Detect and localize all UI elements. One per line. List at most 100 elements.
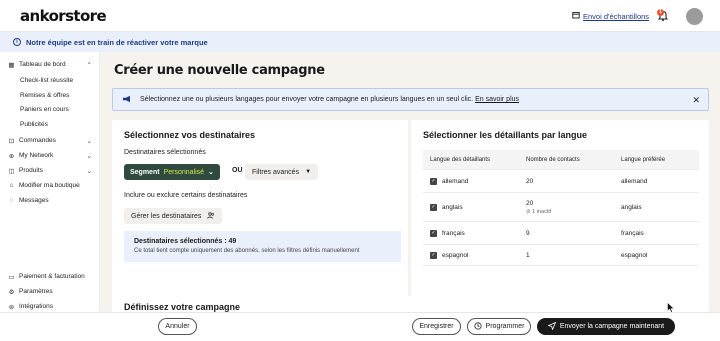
- info-icon: i: [13, 38, 21, 46]
- segment-dropdown[interactable]: Segment Personnalisé ⌄: [124, 164, 220, 180]
- chevron-down-icon: ⌄: [86, 167, 92, 175]
- package-icon: [572, 11, 580, 21]
- segment-label: Segment: [130, 168, 160, 176]
- chevron-down-icon: ⌄: [86, 152, 92, 160]
- checkbox-checked-icon[interactable]: ✓: [430, 177, 437, 185]
- sidebar-item-label: My Network: [19, 152, 54, 159]
- caret-down-icon: ▼: [305, 169, 312, 175]
- language-info-banner: Sélectionnez une ou plusieurs langages p…: [112, 88, 709, 111]
- sidebar-item-orders[interactable]: ⊡ Commandes ⌄: [8, 137, 96, 145]
- languages-table: Langue des détaillants Nombre de contact…: [423, 150, 699, 266]
- recipients-title: Sélectionnez vos destinataires: [124, 130, 256, 140]
- checkbox-checked-icon[interactable]: ✓: [430, 229, 437, 237]
- language-name: espagnol: [442, 251, 469, 259]
- table-header: Langue des détaillants Nombre de contact…: [423, 150, 699, 169]
- language-name: français: [442, 229, 465, 237]
- sidebar-item-settings[interactable]: ⚙ Paramètres: [8, 288, 96, 296]
- sidebar-subitem-discounts[interactable]: Remises & offres: [20, 92, 69, 99]
- megaphone-icon: [122, 95, 132, 105]
- languages-card: Sélectionner les détaillants par langue …: [411, 120, 709, 305]
- sidebar-item-label: Commandes: [19, 137, 56, 144]
- schedule-label: Programmer: [485, 323, 525, 330]
- sidebar-nav: ▦ Tableau de bord ⌃ Check-list réussite …: [0, 52, 100, 341]
- segment-value: Personnalisé: [163, 168, 205, 176]
- inactive-icon: ⊘: [526, 208, 531, 215]
- recipients-summary: Destinataires sélectionnés : 49 Ce total…: [124, 231, 401, 262]
- cancel-label: Annuler: [165, 323, 190, 330]
- sidebar-item-network[interactable]: ⊕ My Network ⌄: [8, 152, 96, 160]
- action-footer: Annuler Enregistrer Programmer Envoyer l…: [0, 312, 720, 341]
- column-header-preferred: Langue préférée: [621, 156, 666, 163]
- recipients-card: Sélectionnez vos destinataires Destinata…: [112, 120, 408, 305]
- sidebar-item-label: Messages: [19, 197, 49, 204]
- cart-icon: ⊡: [8, 137, 15, 145]
- send-now-button[interactable]: Envoyer la campagne maintenant: [537, 318, 675, 335]
- preferred-language: allemand: [621, 177, 648, 185]
- send-icon: [547, 321, 557, 332]
- page-title: Créer une nouvelle campagne: [114, 63, 325, 78]
- close-icon[interactable]: ✕: [692, 95, 700, 106]
- table-row[interactable]: ✓ français 9 français: [423, 221, 699, 244]
- contact-count: 20: [526, 199, 534, 207]
- main-content: Créer une nouvelle campagne Sélectionnez…: [100, 52, 720, 312]
- brand-logo[interactable]: ankorstore: [20, 7, 107, 25]
- top-header: ankorstore Envoi d'échantillons 1: [0, 0, 720, 32]
- brand-status-text: Notre équipe est en train de réactiver v…: [26, 37, 208, 47]
- column-header-contacts: Nombre de contacts: [526, 156, 580, 163]
- checkbox-checked-icon[interactable]: ✓: [430, 251, 437, 259]
- samples-link[interactable]: Envoi d'échantillons: [572, 11, 649, 21]
- or-separator: OU: [232, 167, 243, 174]
- column-header-language: Langue des détaillants: [430, 156, 491, 163]
- contact-count: 1: [526, 251, 530, 259]
- brand-status-banner: i Notre équipe est en train de réactiver…: [0, 32, 720, 52]
- sidebar-subitem-checklist[interactable]: Check-list réussite: [20, 77, 73, 84]
- language-banner-text: Sélectionnez une ou plusieurs langages p…: [140, 96, 474, 103]
- schedule-button[interactable]: Programmer: [467, 318, 531, 335]
- sidebar-item-products[interactable]: ◫ Produits ⌄: [8, 167, 96, 175]
- preferred-language: espagnol: [621, 251, 648, 259]
- sidebar-subitem-carts[interactable]: Paniers en cours: [20, 106, 69, 113]
- wallet-icon: ▭: [8, 273, 15, 281]
- sidebar-item-label: Paramètres: [19, 288, 53, 295]
- sidebar-item-label: Intégrations: [19, 303, 53, 310]
- save-button[interactable]: Enregistrer: [412, 318, 461, 335]
- summary-title: Destinataires sélectionnés : 49: [134, 238, 237, 245]
- sidebar-item-shop[interactable]: ⌂ Modifier ma boutique: [8, 182, 96, 189]
- samples-link-label: Envoi d'échantillons: [583, 11, 650, 21]
- languages-title: Sélectionner les détaillants par langue: [423, 130, 588, 140]
- learn-more-link[interactable]: En savoir plus: [475, 96, 519, 103]
- chevron-down-icon: ⌄: [208, 169, 214, 176]
- manage-recipients-button[interactable]: Gérer les destinataires: [124, 208, 223, 224]
- plug-icon: ⊛: [8, 303, 15, 311]
- grid-icon: ▦: [8, 61, 15, 69]
- sidebar-item-integrations[interactable]: ⊛ Intégrations: [8, 303, 96, 311]
- chevron-up-icon: ⌃: [86, 61, 92, 69]
- sidebar-item-messages[interactable]: ◌ Messages: [8, 197, 96, 204]
- contact-count: 20: [526, 177, 534, 185]
- chevron-down-icon: ⌄: [86, 137, 92, 145]
- sidebar-item-label: Tableau de bord: [19, 61, 66, 68]
- sidebar-item-payments[interactable]: ▭ Paiement & facturation: [8, 273, 96, 281]
- send-label: Envoyer la campagne maintenant: [559, 323, 665, 330]
- sidebar-item-label: Modifier ma boutique: [19, 182, 80, 189]
- filters-label: Filtres avancés: [252, 168, 300, 176]
- sidebar-item-label: Paiement & facturation: [19, 273, 85, 280]
- inactive-count: 1 inactif: [532, 208, 552, 215]
- users-icon: [207, 211, 215, 221]
- checkbox-checked-icon[interactable]: ✓: [430, 203, 437, 211]
- manage-recipients-label: Gérer les destinataires: [131, 212, 202, 220]
- selected-recipients-label: Destinataires sélectionnés: [124, 149, 206, 156]
- user-avatar[interactable]: [686, 8, 703, 25]
- define-campaign-title: Définissez votre campagne: [124, 302, 241, 312]
- preferred-language: anglais: [621, 203, 642, 211]
- cancel-button[interactable]: Annuler: [158, 318, 197, 335]
- chat-icon: ◌: [9, 197, 14, 204]
- sidebar-subitem-ads[interactable]: Publicités: [20, 121, 48, 128]
- table-row[interactable]: ✓ anglais 20 ⊘ 1 inactif anglais: [423, 192, 699, 221]
- table-row[interactable]: ✓ allemand 20 allemand: [423, 169, 699, 192]
- advanced-filters-dropdown[interactable]: Filtres avancés ▼: [245, 164, 319, 180]
- table-row[interactable]: ✓ espagnol 1 espagnol: [423, 244, 699, 266]
- preferred-language: français: [621, 229, 644, 237]
- gear-icon: ⚙: [8, 288, 15, 296]
- sidebar-item-dashboard[interactable]: ▦ Tableau de bord ⌃: [8, 61, 96, 69]
